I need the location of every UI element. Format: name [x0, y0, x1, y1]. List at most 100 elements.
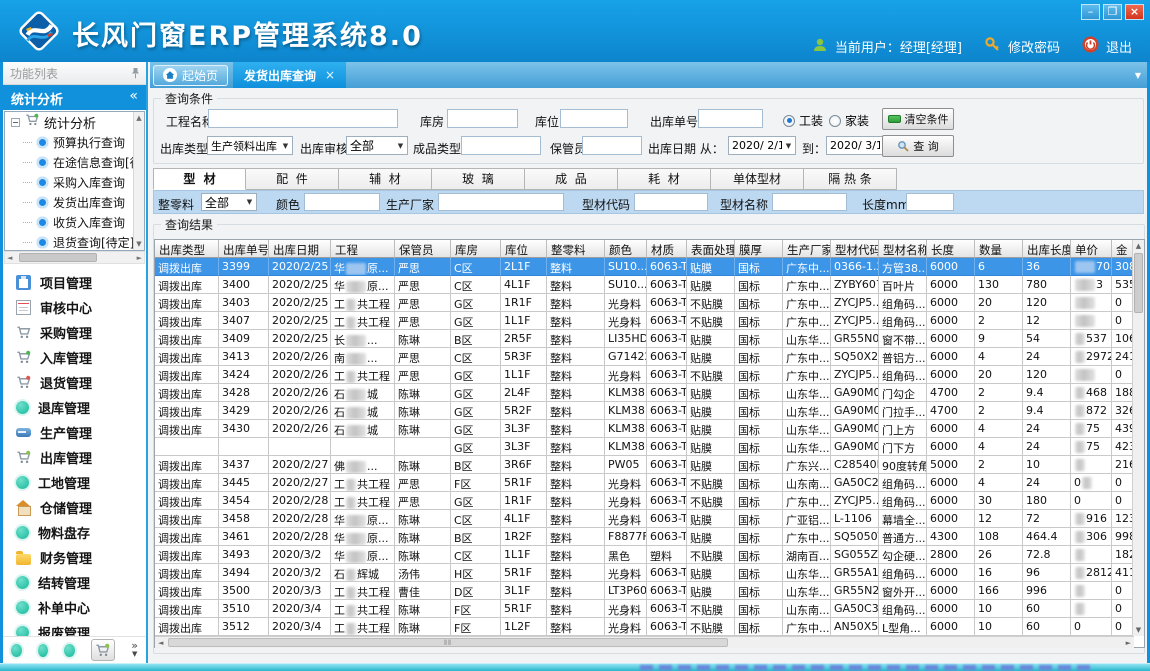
column-header-表面处理[interactable]: 表面处理 [687, 240, 735, 258]
date-from-select[interactable]: 2020/ 2/16▼ [728, 136, 796, 155]
grid-horizontal-scrollbar[interactable]: ◄ ⦀⦀ ► [155, 636, 1134, 648]
quick-dot-icon[interactable] [38, 644, 49, 657]
scroll-up-icon[interactable]: ▲ [1133, 242, 1144, 250]
tab-list-dropdown-icon[interactable]: ▼ [1135, 71, 1141, 80]
location-input[interactable] [560, 109, 628, 128]
column-header-金[interactable]: 金 [1112, 240, 1134, 258]
tree-item[interactable]: 在途信息查询[待 [5, 152, 133, 172]
scrollbar-thumb[interactable] [1134, 253, 1143, 313]
clear-conditions-button[interactable]: 清空条件 [882, 108, 954, 130]
warehouse-input[interactable] [447, 109, 518, 128]
table-row[interactable]: 调拨出库33992020/2/25华原...严思C区2L1F整料SU10...6… [155, 258, 1144, 276]
scroll-right-icon[interactable]: ► [137, 254, 142, 262]
product-type-input[interactable] [461, 136, 541, 155]
scrollbar-thumb[interactable]: ⦀⦀ [168, 638, 728, 647]
profile-name-input[interactable] [772, 193, 847, 211]
sidebar-item-采购管理[interactable]: 采购管理 [3, 320, 146, 345]
column-header-工程[interactable]: 工程 [331, 240, 395, 258]
column-header-膜厚[interactable]: 膜厚 [735, 240, 783, 258]
pin-icon[interactable] [131, 67, 140, 82]
sidebar-item-仓储管理[interactable]: 仓储管理 [3, 495, 146, 520]
project-name-input[interactable] [208, 109, 398, 128]
radio-industrial[interactable]: 工装 [783, 112, 823, 129]
column-header-数量[interactable]: 数量 [975, 240, 1023, 258]
column-header-出库单号[interactable]: 出库单号 [219, 240, 269, 258]
column-header-出库日期[interactable]: 出库日期 [269, 240, 331, 258]
table-row[interactable]: 调拨出库34282020/2/26石城陈琳G区2L4F整料KLM38176063… [155, 384, 1144, 402]
column-header-型材代码[interactable]: 型材代码 [831, 240, 879, 258]
table-row[interactable]: 调拨出库34072020/2/25工共工程严思G区1L1F整料光身料6063-T… [155, 312, 1144, 330]
tab-close-icon[interactable]: × [325, 68, 335, 82]
collapse-icon[interactable]: « [129, 88, 138, 104]
scroll-right-icon[interactable]: ► [1126, 639, 1131, 647]
tree-root-node[interactable]: 统计分析 [5, 112, 133, 132]
table-row[interactable]: 调拨出库34932020/3/2华原...陈琳C区1L1F整料黑色塑料不贴膜国标… [155, 546, 1144, 564]
sidebar-item-入库管理[interactable]: 入库管理 [3, 345, 146, 370]
table-row[interactable]: 调拨出库34292020/2/26石城陈琳G区5R2F整料KLM38176063… [155, 402, 1144, 420]
profile-code-input[interactable] [634, 193, 708, 211]
scroll-left-icon[interactable]: ◄ [7, 254, 12, 262]
scroll-down-icon[interactable]: ▼ [134, 240, 144, 248]
maximize-button[interactable]: ❐ [1103, 4, 1122, 20]
audit-select[interactable]: 全部▼ [346, 136, 408, 155]
table-row[interactable]: 调拨出库35122020/3/4工共工程陈琳F区1L2F整料光身料6063-T5… [155, 618, 1144, 636]
column-header-单价[interactable]: 单价 [1071, 240, 1112, 258]
tree-vertical-scrollbar[interactable]: ▲ ▼ [133, 112, 144, 250]
column-header-型材名称[interactable]: 型材名称 [879, 240, 927, 258]
sidebar-item-工地管理[interactable]: 工地管理 [3, 470, 146, 495]
grid-vertical-scrollbar[interactable]: ▲ ▼ [1132, 240, 1144, 636]
search-button[interactable]: 查 询 [882, 135, 954, 157]
column-header-颜色[interactable]: 颜色 [605, 240, 647, 258]
material-tab-1[interactable]: 型 材 [153, 168, 246, 190]
change-password-link[interactable]: 修改密码 [1008, 37, 1060, 56]
scrollbar-thumb[interactable] [19, 253, 97, 262]
table-row[interactable]: 调拨出库34242020/2/26工共工程严思G区1L1F整料光身料6063-T… [155, 366, 1144, 384]
table-row[interactable]: 调拨出库34612020/2/28华原...陈琳B区1R2F整料F8877FT6… [155, 528, 1144, 546]
radio-home[interactable]: 家装 [829, 112, 869, 129]
scroll-up-icon[interactable]: ▲ [134, 114, 144, 122]
tree-item[interactable]: 收货入库查询 [5, 212, 133, 232]
column-header-生产厂家[interactable]: 生产厂家 [783, 240, 831, 258]
order-no-input[interactable] [698, 109, 763, 128]
table-row[interactable]: 调拨出库35002020/3/3工共工程曹佳D区3L1F整料LT3P606063… [155, 582, 1144, 600]
manufacturer-input[interactable] [438, 193, 564, 211]
table-row[interactable]: 调拨出库34002020/2/25华原...严思C区4L1F整料SU10...6… [155, 276, 1144, 294]
sidebar-item-退货管理[interactable]: 退货管理 [3, 370, 146, 395]
table-row[interactable]: 调拨出库34372020/2/27佛...陈琳B区3R6F整料PW056063-… [155, 456, 1144, 474]
cart-quick-button[interactable] [91, 639, 116, 661]
section-header-statistics[interactable]: 统计分析 « [3, 85, 146, 110]
length-input[interactable] [906, 193, 954, 211]
column-header-材质[interactable]: 材质 [647, 240, 687, 258]
color-input[interactable] [304, 193, 380, 211]
material-tab-5[interactable]: 成 品 [525, 168, 618, 190]
column-header-出库长度[interactable]: 出库长度 [1023, 240, 1071, 258]
close-button[interactable]: × [1125, 4, 1144, 20]
sidebar-item-退库管理[interactable]: 退库管理 [3, 395, 146, 420]
material-tab-7[interactable]: 单体型材 [711, 168, 804, 190]
sidebar-item-出库管理[interactable]: 出库管理 [3, 445, 146, 470]
scroll-down-icon[interactable]: ▼ [1133, 626, 1144, 634]
column-header-库房[interactable]: 库房 [451, 240, 501, 258]
material-tab-8[interactable]: 隔 热 条 [804, 168, 897, 190]
table-row[interactable]: 调拨出库34032020/2/25工共工程严思G区1R1F整料光身料6063-T… [155, 294, 1144, 312]
sidebar-item-审核中心[interactable]: 审核中心 [3, 295, 146, 320]
tree-item[interactable]: 采购入库查询 [5, 172, 133, 192]
tree-expander-icon[interactable] [11, 118, 20, 127]
table-row[interactable]: 调拨出库34942020/3/2石辉城汤伟H区5R1F整料光身料6063-T5贴… [155, 564, 1144, 582]
table-row[interactable]: 调拨出库34452020/2/27工共工程严思F区5R1F整料光身料6063-T… [155, 474, 1144, 492]
whole-part-select[interactable]: 全部▼ [201, 193, 257, 211]
quick-dot-icon[interactable] [64, 644, 75, 657]
column-header-库位[interactable]: 库位 [501, 240, 547, 258]
table-row[interactable]: 调拨出库34302020/2/26石城陈琳G区3L3F整料KLM38176063… [155, 420, 1144, 438]
overflow-chevron[interactable]: »▼ [131, 641, 138, 659]
tab-home[interactable]: 起始页 [153, 65, 228, 86]
minimize-button[interactable]: – [1081, 4, 1100, 20]
sidebar-item-报废管理[interactable]: 报废管理 [3, 620, 146, 636]
material-tab-4[interactable]: 玻 璃 [432, 168, 525, 190]
outbound-type-select[interactable]: 生产领料出库▼ [207, 136, 293, 155]
table-row[interactable]: 调拨出库34132020/2/26南...严思C区5R3F整料G71422606… [155, 348, 1144, 366]
logout-link[interactable]: 退出 [1106, 37, 1132, 56]
table-row[interactable]: 调拨出库34092020/2/25长...陈琳B区2R5F整料LI35HD606… [155, 330, 1144, 348]
table-row[interactable]: 调拨出库34582020/2/28华原...陈琳C区4L1F整料光身料6063-… [155, 510, 1144, 528]
tab-outbound-query[interactable]: 发货出库查询 × [233, 62, 346, 88]
